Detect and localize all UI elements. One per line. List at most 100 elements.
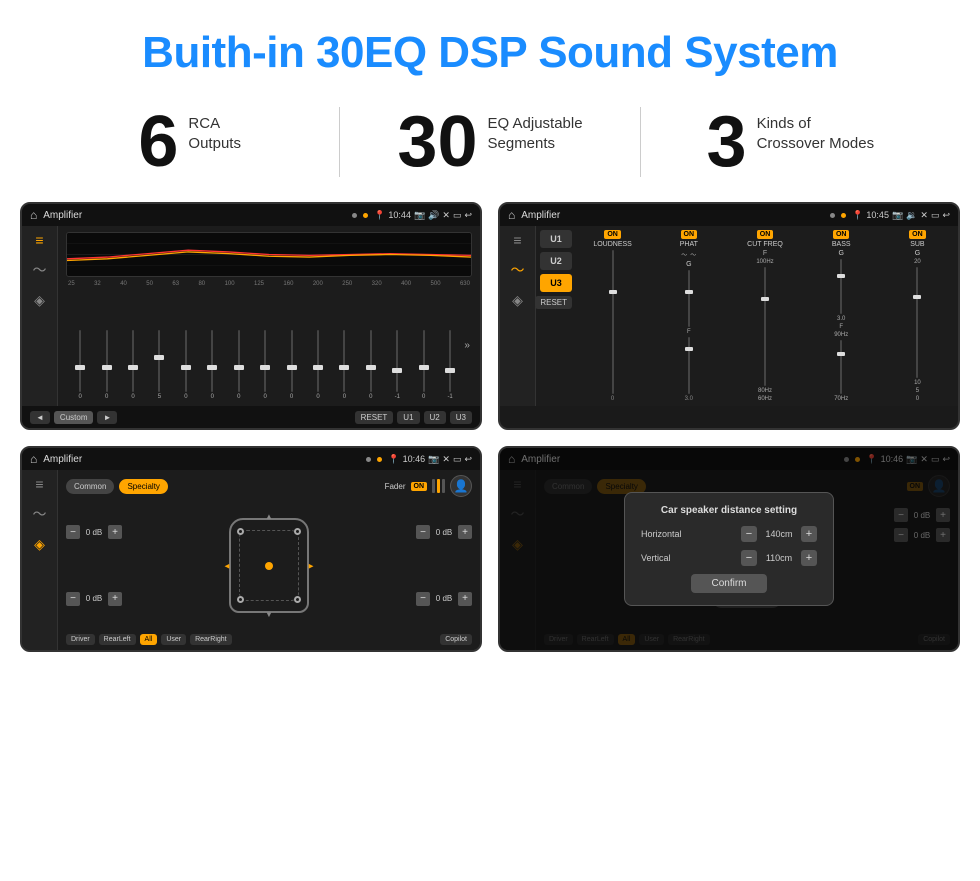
eq-icon: ✕ — [442, 210, 450, 221]
slider-5[interactable]: 0 — [174, 330, 198, 400]
db-minus-bl[interactable]: − — [66, 592, 80, 606]
up-arrow: ▲ — [265, 512, 273, 521]
eq-status-icons: 📍 10:44 📷 🔊 ✕ ▭ ↩ — [374, 210, 472, 221]
more-icon[interactable]: » — [464, 340, 470, 351]
bass-f-slider[interactable] — [840, 340, 842, 395]
play-button[interactable]: ► — [97, 411, 117, 424]
fader-footer: Driver RearLeft All User RearRight Copil… — [66, 634, 472, 645]
bass-g-slider[interactable] — [840, 259, 842, 314]
page-title: Buith-in 30EQ DSP Sound System — [0, 0, 980, 96]
slider-1[interactable]: 0 — [68, 330, 92, 400]
u3-button[interactable]: U3 — [450, 411, 472, 424]
sidebar-wave-icon[interactable]: 〜 — [33, 260, 47, 280]
fader-wave-icon[interactable]: 〜 — [33, 504, 47, 524]
crossover-reset-button[interactable]: RESET — [535, 296, 572, 309]
db-plus-tl[interactable]: + — [108, 525, 122, 539]
eq-sidebar: ≡ 〜 ◈ — [22, 226, 58, 406]
eq-bottom-bar: ◄ Custom ► RESET U1 U2 U3 — [22, 406, 480, 428]
slider-11[interactable]: 0 — [332, 330, 356, 400]
db-plus-br[interactable]: + — [458, 592, 472, 606]
db-plus-tr[interactable]: + — [458, 525, 472, 539]
crossover-x-icon: ✕ — [920, 210, 928, 221]
sub-slider[interactable] — [916, 267, 918, 378]
crossover-sidebar: ≡ 〜 ◈ — [500, 226, 536, 406]
slider-12[interactable]: 0 — [359, 330, 383, 400]
phat-slider[interactable] — [688, 270, 690, 327]
driver-btn[interactable]: Driver — [66, 634, 95, 645]
slider-4[interactable]: 5 — [147, 330, 171, 400]
slider-13[interactable]: -1 — [385, 330, 409, 400]
crossover-back-icon[interactable]: ↩ — [942, 210, 950, 221]
confirm-button[interactable]: Confirm — [691, 574, 766, 593]
horizontal-ctrl: − 140cm + — [741, 526, 817, 542]
sidebar-speaker-icon[interactable]: ◈ — [34, 292, 45, 309]
user-icon[interactable]: 👤 — [450, 475, 472, 497]
crossover-location-icon: 📍 — [852, 210, 863, 221]
specialty-tab[interactable]: Specialty — [119, 479, 167, 494]
u1-button[interactable]: U1 — [397, 411, 419, 424]
u3-preset[interactable]: U3 — [540, 274, 572, 292]
phat-freq-slider[interactable] — [688, 337, 690, 394]
db-ctrl-top-right: − 0 dB + — [416, 525, 472, 539]
u2-button[interactable]: U2 — [424, 411, 446, 424]
u2-preset[interactable]: U2 — [540, 252, 572, 270]
slider-2[interactable]: 0 — [94, 330, 118, 400]
vertical-minus[interactable]: − — [741, 550, 757, 566]
u1-preset[interactable]: U1 — [540, 230, 572, 248]
crossover-content: ≡ 〜 ◈ U1 U2 U3 RESET ON LOUDNESS — [500, 226, 958, 406]
rear-right-btn[interactable]: RearRight — [190, 634, 232, 645]
dialog-title: Car speaker distance setting — [641, 505, 817, 516]
fader-speaker-icon[interactable]: ◈ — [34, 536, 45, 553]
back-icon[interactable]: ↩ — [464, 210, 472, 221]
all-btn[interactable]: All — [140, 634, 158, 645]
fader-dot-2 — [377, 457, 382, 462]
crossover-dot-1 — [830, 213, 835, 218]
user-btn[interactable]: User — [161, 634, 186, 645]
eq-freq-labels: 25 32 40 50 63 80 100 125 160 200 250 32… — [66, 281, 472, 287]
slider-9[interactable]: 0 — [279, 330, 303, 400]
stat-text-crossover: Kinds of Crossover Modes — [757, 106, 875, 155]
dialog-overlay: Car speaker distance setting Horizontal … — [500, 448, 958, 650]
horizontal-minus[interactable]: − — [741, 526, 757, 542]
rear-left-btn[interactable]: RearLeft — [99, 634, 136, 645]
crossover-home-icon[interactable]: ⌂ — [508, 208, 515, 222]
copilot-btn[interactable]: Copilot — [440, 634, 472, 645]
car-center-dot — [265, 562, 273, 570]
crossover-app-title: Amplifier — [521, 210, 824, 221]
cutfreq-slider[interactable] — [764, 267, 766, 386]
car-shape: ◄ ► ▲ ▼ — [229, 518, 309, 613]
fader-eq-icon[interactable]: ≡ — [35, 476, 43, 492]
home-icon[interactable]: ⌂ — [30, 208, 37, 222]
prev-button[interactable]: ◄ — [30, 411, 50, 424]
db-plus-bl[interactable]: + — [108, 592, 122, 606]
slider-8[interactable]: 0 — [253, 330, 277, 400]
fader-location-icon: 📍 — [388, 454, 399, 465]
fader-home-icon[interactable]: ⌂ — [30, 452, 37, 466]
eq-content: ≡ 〜 ◈ — [22, 226, 480, 406]
sidebar-eq-icon[interactable]: ≡ — [35, 232, 43, 248]
fader-back-icon[interactable]: ↩ — [464, 454, 472, 465]
db-minus-br[interactable]: − — [416, 592, 430, 606]
fader-status-bar: ⌂ Amplifier 📍 10:46 📷 ✕ ▭ ↩ — [22, 448, 480, 470]
crossover-speaker-icon[interactable]: ◈ — [512, 292, 523, 309]
reset-button[interactable]: RESET — [355, 411, 394, 424]
slider-14[interactable]: 0 — [411, 330, 435, 400]
horizontal-row: Horizontal − 140cm + — [641, 526, 817, 542]
crossover-wave-icon[interactable]: 〜 — [511, 260, 525, 280]
loudness-slider[interactable] — [612, 250, 614, 394]
crossover-eq-icon[interactable]: ≡ — [513, 232, 521, 248]
vertical-plus[interactable]: + — [801, 550, 817, 566]
slider-10[interactable]: 0 — [306, 330, 330, 400]
horizontal-plus[interactable]: + — [801, 526, 817, 542]
db-minus-tl[interactable]: − — [66, 525, 80, 539]
stat-number-rca: 6 — [138, 106, 178, 178]
common-tab[interactable]: Common — [66, 479, 114, 494]
db-minus-tr[interactable]: − — [416, 525, 430, 539]
slider-3[interactable]: 0 — [121, 330, 145, 400]
custom-button[interactable]: Custom — [54, 411, 94, 424]
vertical-label: Vertical — [641, 553, 671, 563]
slider-15[interactable]: -1 — [438, 330, 462, 400]
slider-7[interactable]: 0 — [227, 330, 251, 400]
db-val-tl: 0 dB — [82, 528, 106, 537]
slider-6[interactable]: 0 — [200, 330, 224, 400]
